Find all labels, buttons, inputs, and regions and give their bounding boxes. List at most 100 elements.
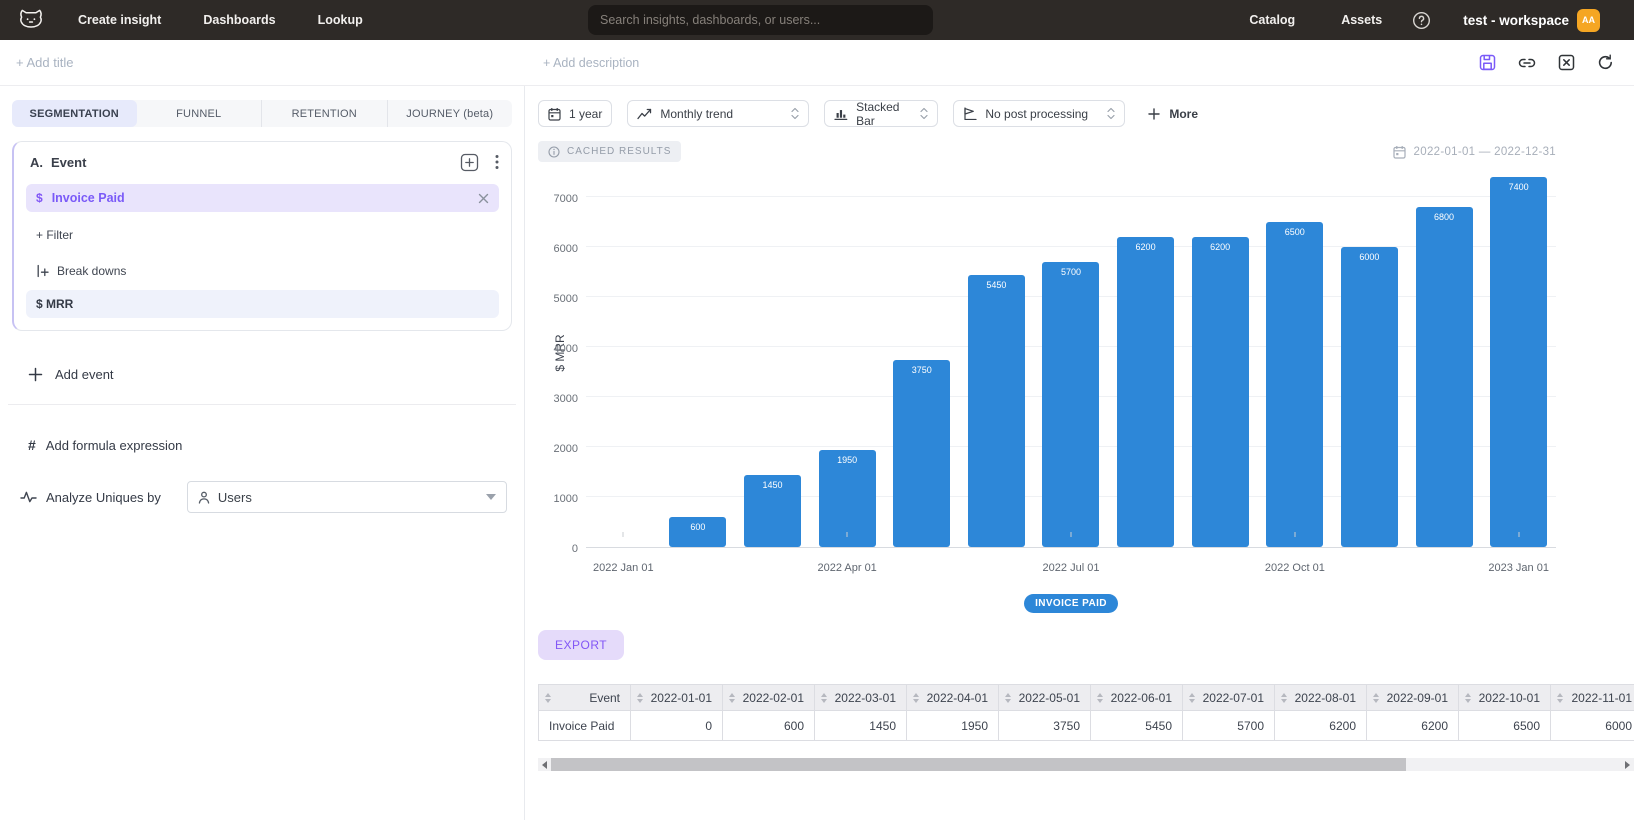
copy-link-button[interactable] [1518,55,1536,71]
sort-icon[interactable] [1465,693,1471,703]
horizontal-scrollbar[interactable] [538,758,1634,771]
bar-slot: 6200 [1108,172,1183,547]
bar-chart-icon [834,107,848,120]
results-table: Event2022-01-012022-02-012022-03-012022-… [538,684,1634,741]
sidebar-divider [8,404,516,405]
chart-bar[interactable]: 6500 [1266,222,1323,547]
event-type-icon: $ [36,191,43,205]
column-header-label: 2022-09-01 [1385,691,1448,705]
chart-bar[interactable]: 6200 [1192,237,1249,547]
bar-slot: 1450 [735,172,810,547]
tab-segmentation[interactable]: SEGMENTATION [12,100,137,127]
selected-event-row[interactable]: $ Invoice Paid [26,184,499,212]
post-processing-select[interactable]: No post processing [953,100,1125,127]
add-description-button[interactable]: + Add description [525,56,1479,70]
sort-icon[interactable] [821,693,827,703]
search-input[interactable] [588,13,933,27]
legend-item[interactable]: INVOICE PAID [1024,594,1118,613]
column-header-2022-08-01: 2022-08-01 [1275,685,1367,711]
y-axis-tick-label: 2000 [538,443,578,455]
x-axis-tick-label: 2022 Jul 01 [1043,562,1100,574]
close-icon [478,193,489,204]
sort-icon[interactable] [1557,693,1563,703]
more-options-button[interactable]: More [1148,107,1198,121]
breakdowns-button[interactable]: Break downs [36,264,511,278]
global-search[interactable] [588,5,933,35]
bar-slot: 5700 [1034,172,1109,547]
nav-link-assets[interactable]: Assets [1341,13,1382,27]
sort-icon[interactable] [1097,693,1103,703]
info-icon [548,146,560,158]
chart-bar[interactable]: 5700 [1042,262,1099,547]
scroll-left-arrow[interactable] [538,758,551,771]
chart-bar[interactable]: 6200 [1117,237,1174,547]
duplicate-group-button[interactable] [460,153,479,172]
chart-bar[interactable]: 3750 [893,360,950,548]
tab-journey-beta[interactable]: JOURNEY (beta) [387,100,513,127]
chart-type-select[interactable]: Stacked Bar [824,100,938,127]
sort-icon[interactable] [637,693,643,703]
x-axis-tick-mark [847,532,848,537]
bar-value-label: 6000 [1341,252,1398,262]
y-axis-tick-label: 1000 [538,493,578,505]
sort-icon[interactable] [913,693,919,703]
export-button[interactable]: EXPORT [538,630,624,660]
chart-bar[interactable]: 1450 [744,475,801,548]
workspace-switcher[interactable]: test - workspace [1463,13,1569,28]
event-name: Invoice Paid [52,191,125,205]
help-icon[interactable] [1412,11,1431,30]
sort-icon[interactable] [729,693,735,703]
analysis-tabs: SEGMENTATIONFUNNELRETENTIONJOURNEY (beta… [12,100,512,127]
add-title-button[interactable]: + Add title [0,55,525,70]
scrollbar-thumb[interactable] [551,758,1406,771]
breakdown-property-row[interactable]: $ MRR [26,290,499,318]
plus-icon [1148,108,1160,120]
column-header-label: 2022-11-01 [1569,691,1632,705]
chart-bar[interactable]: 6000 [1341,247,1398,547]
sort-icon[interactable] [1373,693,1379,703]
save-button[interactable] [1479,54,1496,71]
column-header-2022-03-01: 2022-03-01 [815,685,907,711]
clear-button[interactable] [1558,54,1575,71]
nav-link-catalog[interactable]: Catalog [1249,13,1295,27]
table-header-row: Event2022-01-012022-02-012022-03-012022-… [539,685,1634,711]
add-filter-button[interactable]: + Filter [36,228,511,242]
select-chevrons-icon [1107,107,1115,120]
column-header-label: 2022-05-01 [1017,691,1080,705]
group-menu-button[interactable] [495,154,499,170]
user-avatar[interactable]: AA [1577,9,1600,32]
column-header-label: 2022-02-01 [741,691,804,705]
refresh-icon [1597,54,1614,71]
bar-slot: 600 [661,172,736,547]
query-builder-panel: SEGMENTATIONFUNNELRETENTIONJOURNEY (beta… [0,86,525,820]
sort-icon[interactable] [1189,693,1195,703]
nav-link-create-insight[interactable]: Create insight [78,13,161,27]
hash-icon: # [28,437,36,453]
tab-retention[interactable]: RETENTION [261,100,387,127]
trend-select[interactable]: Monthly trend [627,100,809,127]
refresh-button[interactable] [1597,54,1614,71]
chart-bar[interactable]: 6800 [1416,207,1473,547]
chart-bar[interactable]: 5450 [968,275,1025,548]
event-name-cell: Invoice Paid [539,711,631,741]
analyze-by-select[interactable]: Users [187,481,507,513]
add-formula-button[interactable]: # Add formula expression [28,437,512,453]
nav-link-lookup[interactable]: Lookup [318,13,363,27]
app-logo-icon[interactable] [18,8,44,32]
chart-bar[interactable]: 7400 [1490,177,1547,547]
x-axis-tick-mark [1071,532,1072,537]
top-navbar: Create insight Dashboards Lookup Catalog As… [0,0,1634,40]
chart-date-range: 2022-01-01 — 2022-12-31 [1393,145,1556,159]
sort-icon[interactable] [1281,693,1287,703]
date-range-button[interactable]: 1 year [538,100,612,127]
add-event-button[interactable]: Add event [28,367,512,382]
chart-bar[interactable]: 600 [669,517,726,547]
remove-event-button[interactable] [478,193,489,204]
scroll-right-arrow[interactable] [1621,758,1634,771]
trend-icon [637,108,652,120]
sort-icon[interactable] [1005,693,1011,703]
tab-funnel[interactable]: FUNNEL [137,100,262,127]
nav-link-dashboards[interactable]: Dashboards [203,13,275,27]
sort-icon[interactable] [545,693,551,703]
save-icon [1479,54,1496,71]
